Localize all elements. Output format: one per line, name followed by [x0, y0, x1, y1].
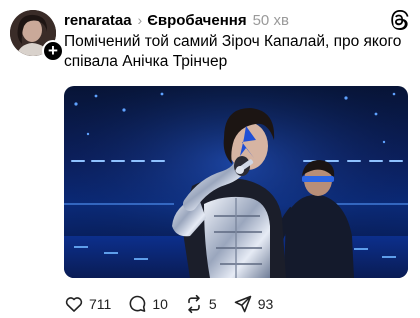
username-link[interactable]: renarataa [64, 12, 132, 29]
send-icon [234, 295, 251, 313]
comment-bubble-icon [129, 295, 146, 312]
repost-count: 5 [208, 296, 217, 312]
post-actions: 711 10 5 93 [64, 293, 289, 315]
avatar-container[interactable]: + [10, 10, 64, 62]
like-button[interactable]: 711 [64, 294, 111, 314]
follow-button[interactable]: + [42, 40, 64, 62]
topic-link[interactable]: Євробачення [147, 12, 246, 29]
stage-photo [64, 86, 408, 278]
post-text: Помічений той самий Зіроч Капалай, про я… [64, 33, 402, 70]
plus-icon: + [48, 41, 58, 60]
comment-button[interactable]: 10 [127, 294, 168, 314]
repost-arrows-icon [188, 294, 200, 314]
comment-count: 10 [152, 296, 168, 312]
like-count: 711 [89, 296, 112, 312]
chevron-right-icon: › [137, 12, 143, 28]
heart-icon [65, 297, 83, 312]
share-button[interactable]: 93 [233, 294, 274, 314]
thread-post: + renarataa › Євробачення 50 хв Помічени… [0, 0, 420, 318]
post-timestamp: 50 хв [252, 11, 289, 29]
repost-button[interactable]: 5 [184, 294, 217, 314]
post-media-image[interactable] [64, 86, 408, 278]
post-header: renarataa › Євробачення 50 хв [64, 9, 410, 31]
share-count: 93 [257, 296, 274, 312]
threads-logo-icon[interactable] [388, 9, 410, 31]
